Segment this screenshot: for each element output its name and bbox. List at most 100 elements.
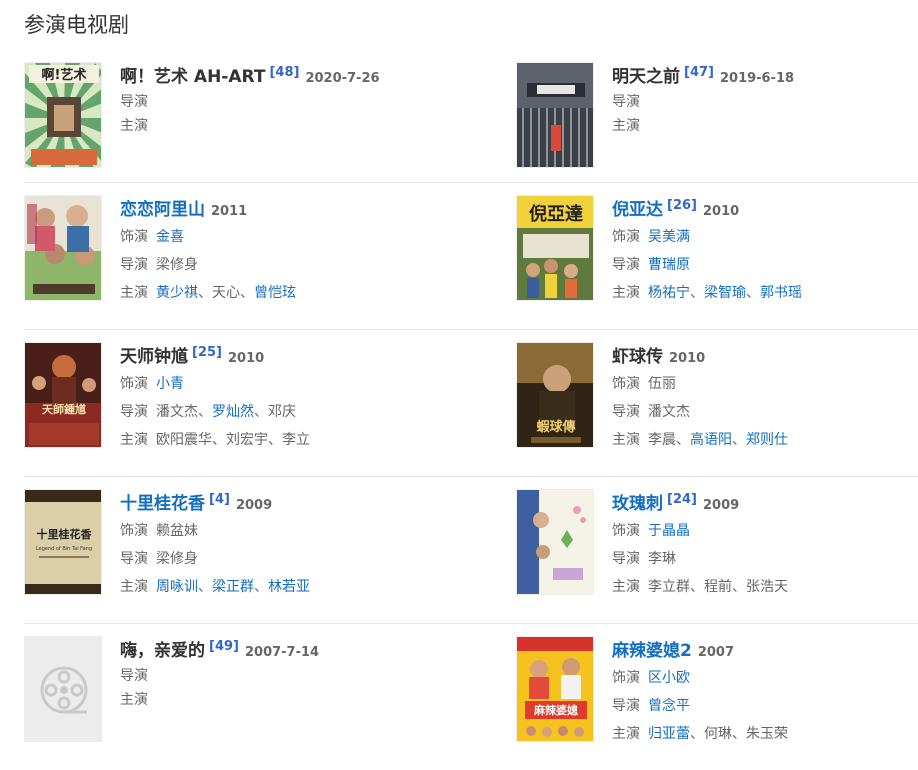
role-link[interactable]: 于晶晶 [648, 523, 690, 539]
poster-placeholder[interactable] [24, 636, 102, 742]
reference-link[interactable]: [24] [667, 492, 697, 507]
role-link[interactable]: 金喜 [156, 229, 184, 245]
series-title-link[interactable]: 玫瑰刺 [612, 494, 663, 514]
lead-row: 主演 归亚蕾、何琳、朱玉荣 [612, 726, 788, 742]
lead-row: 主演 李晨、高语阳、郑则仕 [612, 432, 788, 448]
grid-row: 天師鍾馗 天师钟馗 [25] 2010 饰演 小青 导演 潘文杰、罗灿然、邓庆 主演 欧阳… [24, 330, 918, 477]
actor-link[interactable]: 黄少祺 [156, 285, 198, 301]
actor-link[interactable]: 梁正群 [212, 579, 254, 595]
role-link[interactable]: 小青 [156, 376, 184, 392]
lead-row: 主演 杨祐宁、梁智瑜、郭书瑶 [612, 285, 802, 301]
reference-link[interactable]: [49] [209, 639, 239, 654]
director-label: 导演 [612, 698, 640, 714]
poster-title-text: 麻辣婆媳 [533, 703, 578, 717]
lead-label: 主演 [120, 118, 148, 134]
actor-name: 张浩天 [746, 579, 788, 595]
actor-link[interactable]: 林若亚 [268, 579, 310, 595]
role-label: 饰演 [612, 229, 640, 245]
role-link[interactable]: 吴美满 [648, 229, 690, 245]
reference-link[interactable]: [4] [209, 492, 230, 507]
lead-row: 主演 周咏训、梁正群、林若亚 [120, 579, 310, 595]
role-link[interactable]: 区小欧 [648, 670, 690, 686]
director-name: 潘文杰 [156, 404, 198, 420]
actor-name: 刘宏宇 [226, 432, 268, 448]
actor-link[interactable]: 曾恺玹 [254, 285, 296, 301]
series-title-link[interactable]: 恋恋阿里山 [120, 200, 205, 220]
director-link[interactable]: 曹瑞原 [648, 257, 690, 273]
lead-row: 主演 欧阳震华、刘宏宇、李立 [120, 432, 310, 448]
series-item: 明天之前 [47] 2019-6-18 导演 主演 [516, 62, 918, 172]
section-title: 参演电视剧 [24, 13, 129, 37]
director-label: 导演 [612, 404, 640, 420]
poster-before-tomorrow[interactable] [516, 62, 594, 168]
poster-xia-qiu[interactable]: 蝦球傳 [516, 342, 594, 448]
lead-row: 主演 [120, 114, 440, 138]
actor-link[interactable]: 高语阳 [690, 432, 732, 448]
director-row: 导演 [120, 664, 440, 688]
poster-title-text: 倪亞達 [529, 203, 583, 225]
actor-link[interactable]: 郭书瑶 [760, 285, 802, 301]
poster-ah-art[interactable]: 啊!艺术 [24, 62, 102, 168]
poster-spicy-in-laws[interactable]: 麻辣婆媳 [516, 636, 594, 742]
poster-title-text: 十里桂花香 [37, 527, 93, 541]
director-row: 导演 [612, 90, 918, 114]
actor-link[interactable]: 周咏训 [156, 579, 198, 595]
director-label: 导演 [120, 668, 148, 684]
actor-link[interactable]: 杨祐宁 [648, 285, 690, 301]
actor-link[interactable]: 归亚蕾 [648, 726, 690, 742]
actor-link[interactable]: 郑则仕 [746, 432, 788, 448]
release-date: 2020-7-26 [305, 71, 380, 86]
director-link[interactable]: 罗灿然 [212, 404, 254, 420]
director-link[interactable]: 曾念平 [648, 698, 690, 714]
role-row: 饰演 金喜 [120, 223, 440, 251]
director-name: 梁修身 [156, 257, 198, 273]
actor-link[interactable]: 梁智瑜 [704, 285, 746, 301]
poster-nyada[interactable]: 倪亞達 [516, 195, 594, 301]
reference-link[interactable]: [47] [684, 65, 714, 80]
actor-name: 朱玉荣 [746, 726, 788, 742]
role-row: 饰演 小青 [120, 370, 440, 398]
series-info: 十里桂花香 [4] 2009 饰演 赖盆妹 导演 梁修身 主演 周咏训、梁正群、林若亚 [120, 489, 440, 601]
series-title-link[interactable]: 倪亚达 [612, 200, 663, 220]
role-row: 饰演 吴美满 [612, 223, 918, 251]
lead-label: 主演 [120, 579, 148, 595]
series-info: 玫瑰刺 [24] 2009 饰演 于晶晶 导演 李琳 主演 李立群、程前、张浩天 [612, 489, 918, 601]
director-row: 导演 梁修身 [120, 545, 440, 573]
lead-label: 主演 [612, 726, 640, 742]
reference-link[interactable]: [48] [269, 65, 299, 80]
lead-row: 主演 黄少祺、天心、曾恺玹 [120, 285, 296, 301]
release-date: 2007-7-14 [244, 645, 320, 660]
poster-osmanthus[interactable]: 十里桂花香 Legend of Bin Tai Fang [24, 489, 102, 595]
release-year: 2010 [702, 204, 740, 219]
reference-link[interactable]: [26] [667, 198, 697, 213]
series-title: 虾球传 [612, 347, 663, 367]
grid-row: 恋恋阿里山 2011 饰演 金喜 导演 梁修身 主演 黄少祺、天心、曾恺玹 倪亞達 [24, 183, 918, 330]
lead-label: 主演 [612, 285, 640, 301]
series-title-link[interactable]: 十里桂花香 [120, 494, 205, 514]
reference-link[interactable]: [25] [192, 345, 222, 360]
lead-label: 主演 [612, 579, 640, 595]
lead-label: 主演 [612, 118, 640, 134]
director-label: 导演 [612, 94, 640, 110]
poster-alishan[interactable] [24, 195, 102, 301]
release-year: 2010 [227, 351, 265, 366]
director-row: 导演 曾念平 [612, 692, 918, 720]
series-title: 天师钟馗 [120, 347, 188, 367]
poster-zhong-kui[interactable]: 天師鍾馗 [24, 342, 102, 448]
lead-label: 主演 [120, 692, 148, 708]
series-item: 啊!艺术 啊！艺术 AH-ART [48] 2020-7-26 导演 主演 [24, 62, 444, 172]
series-info: 啊！艺术 AH-ART [48] 2020-7-26 导演 主演 [120, 62, 440, 138]
director-name: 潘文杰 [648, 404, 690, 420]
series-item: 天師鍾馗 天师钟馗 [25] 2010 饰演 小青 导演 潘文杰、罗灿然、邓庆 主演 欧阳… [24, 342, 444, 452]
director-label: 导演 [120, 257, 148, 273]
director-name: 李琳 [648, 551, 676, 567]
director-label: 导演 [612, 551, 640, 567]
director-row: 导演 李琳 [612, 545, 918, 573]
series-title-link[interactable]: 麻辣婆媳2 [612, 641, 692, 661]
series-title: 啊！艺术 AH-ART [120, 67, 266, 87]
series-item: 倪亞達 倪亚达 [26] 2010 饰演 吴美满 导演 曹瑞原 主演 杨祐宁、梁智瑜 [516, 195, 918, 305]
role-label: 饰演 [612, 376, 640, 392]
poster-rose-thorn[interactable] [516, 489, 594, 595]
director-label: 导演 [120, 94, 148, 110]
poster-title-text: 天師鍾馗 [42, 402, 86, 416]
